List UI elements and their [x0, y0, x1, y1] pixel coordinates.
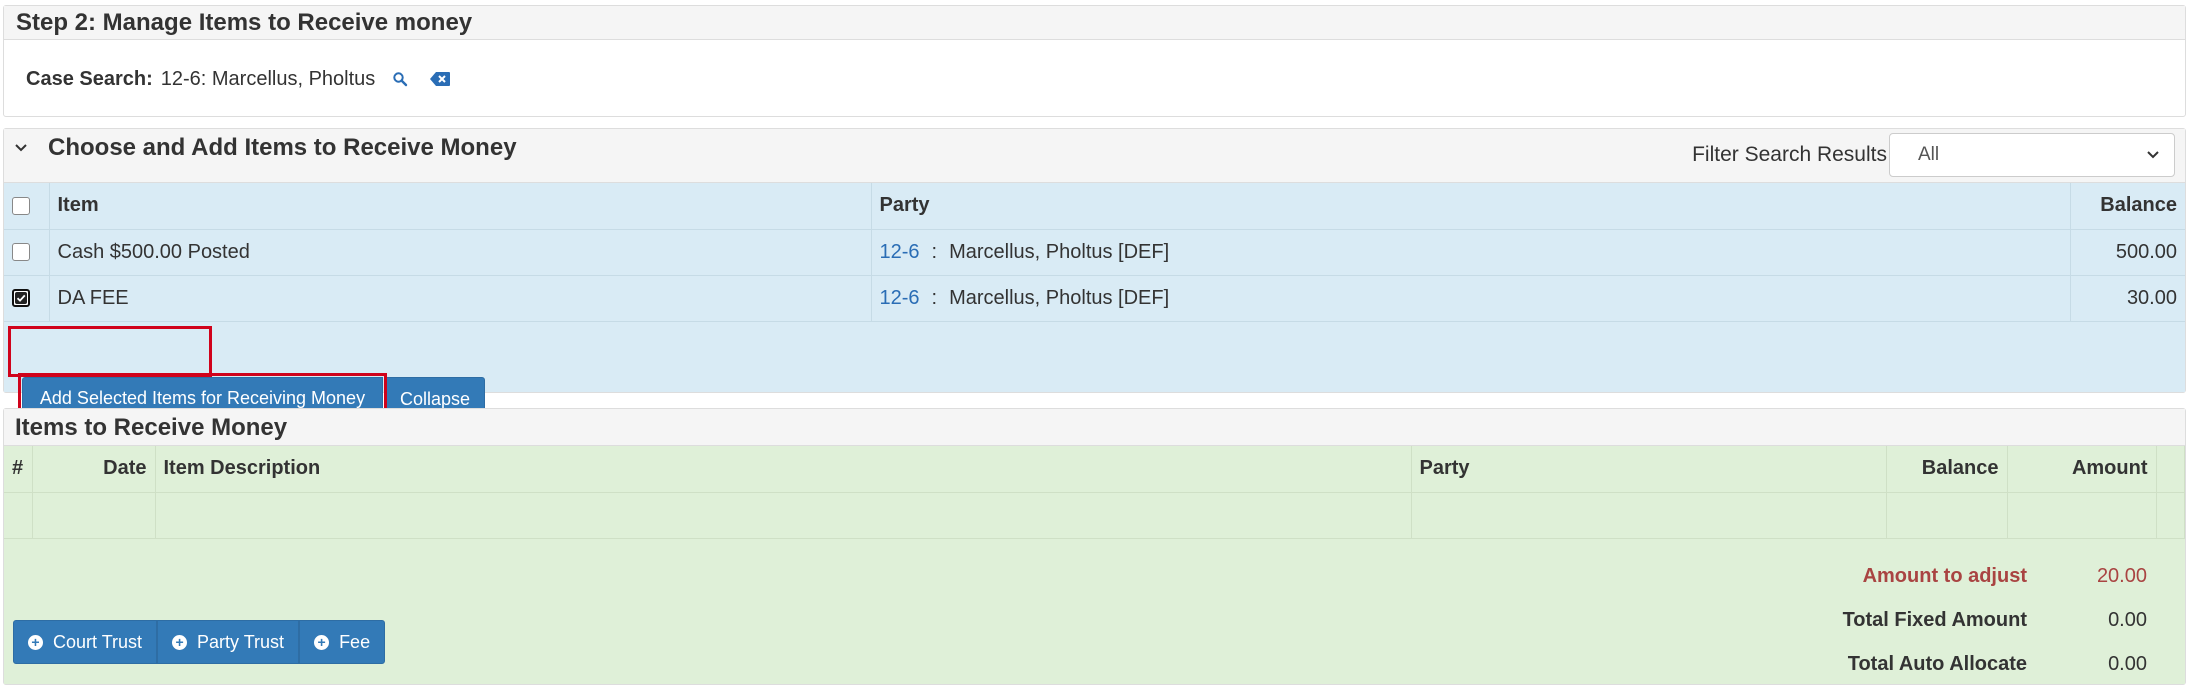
case-search-label: Case Search: [26, 68, 153, 90]
plus-circle-icon: + [172, 634, 188, 650]
item-cell: DA FEE [49, 275, 872, 322]
case-link[interactable]: 12-6 [880, 241, 920, 263]
case-link[interactable]: 12-6 [880, 287, 920, 309]
row-checkbox[interactable] [12, 289, 30, 308]
select-all-checkbox[interactable] [12, 196, 30, 215]
total-fixed-amount-value: 0.00 [2108, 608, 2147, 631]
items-table-area: Item Party Balance Cash $500.00 Posted 1… [4, 183, 2185, 424]
receive-table: # Date Item Description Party Balance Am… [4, 446, 2185, 539]
select-all-cell [4, 183, 50, 230]
receive-table-header: # Date Item Description Party Balance Am… [4, 446, 2185, 493]
step2-title: Step 2: Manage Items to Receive money [4, 6, 2185, 40]
backspace-clear-icon[interactable] [425, 64, 455, 94]
court-trust-button[interactable]: + Court Trust [13, 620, 158, 664]
chevron-down-icon [2146, 144, 2160, 166]
choose-items-title: Choose and Add Items to Receive Money [48, 134, 517, 161]
receive-table-area: # Date Item Description Party Balance Am… [4, 446, 2185, 684]
party-column-header: Party [1411, 446, 1887, 493]
total-auto-allocate-value: 0.00 [2108, 652, 2147, 675]
party-name: Marcellus, Pholtus [DEF] [949, 286, 1170, 309]
num-column-header: # [4, 446, 33, 493]
table-row: Cash $500.00 Posted 12-6: Marcellus, Phol… [4, 229, 2185, 276]
receive-items-panel: Items to Receive Money # Date Item Descr… [3, 408, 2186, 685]
total-fixed-amount-label: Total Fixed Amount [1842, 608, 2027, 631]
extra-column-header [2156, 446, 2185, 493]
totals-block: Amount to adjust 20.00 Total Fixed Amoun… [1843, 554, 2147, 686]
party-name: Marcellus, Pholtus [DEF] [949, 240, 1170, 263]
filter-selected-value: All [1918, 144, 1940, 165]
filter-select[interactable]: All [1889, 133, 2175, 177]
highlight-da-fee [8, 326, 212, 377]
amount-to-adjust-value: 20.00 [2096, 564, 2147, 587]
case-search-value: 12-6: Marcellus, Pholtus [160, 68, 376, 90]
step2-panel: Step 2: Manage Items to Receive money Ca… [3, 5, 2186, 117]
filter-label: Filter Search Results [1692, 143, 1887, 166]
choose-items-heading: Choose and Add Items to Receive Money Fi… [4, 129, 2185, 183]
party-cell: 12-6: Marcellus, Pholtus [DEF] [871, 275, 2071, 322]
total-auto-allocate-label: Total Auto Allocate [1847, 652, 2027, 675]
table-row: DA FEE 12-6: Marcellus, Pholtus [DEF] 30.… [4, 275, 2185, 322]
items-table: Item Party Balance Cash $500.00 Posted 1… [4, 183, 2185, 322]
add-item-button-group: + Court Trust + Party Trust + Fee [13, 620, 386, 664]
row-checkbox[interactable] [12, 243, 30, 262]
party-column-header: Party [871, 183, 2071, 230]
balance-cell: 500.00 [2070, 229, 2185, 276]
item-cell: Cash $500.00 Posted [49, 229, 872, 276]
filter-group: Filter Search Results All [1692, 133, 2175, 177]
amount-column-header: Amount [2007, 446, 2157, 493]
case-search-row: Case Search: 12-6: Marcellus, Pholtus [26, 64, 455, 94]
item-column-header: Item [49, 183, 872, 230]
party-cell: 12-6: Marcellus, Pholtus [DEF] [871, 229, 2071, 276]
items-table-header: Item Party Balance [4, 183, 2185, 230]
chevron-down-icon [14, 132, 34, 164]
receive-items-title: Items to Receive Money [4, 409, 2185, 446]
amount-to-adjust-label: Amount to adjust [1862, 564, 2027, 587]
date-column-header: Date [32, 446, 156, 493]
choose-items-panel: Choose and Add Items to Receive Money Fi… [3, 128, 2186, 424]
search-icon[interactable] [385, 64, 415, 94]
party-trust-button[interactable]: + Party Trust [157, 620, 300, 664]
table-row [4, 492, 2185, 539]
plus-circle-icon: + [314, 634, 330, 650]
description-column-header: Item Description [155, 446, 1412, 493]
balance-column-header: Balance [2070, 183, 2185, 230]
balance-cell: 30.00 [2070, 275, 2185, 322]
fee-button[interactable]: + Fee [299, 620, 386, 664]
balance-column-header: Balance [1886, 446, 2008, 493]
choose-items-toggle[interactable]: Choose and Add Items to Receive Money [14, 129, 517, 186]
plus-circle-icon: + [28, 634, 43, 650]
